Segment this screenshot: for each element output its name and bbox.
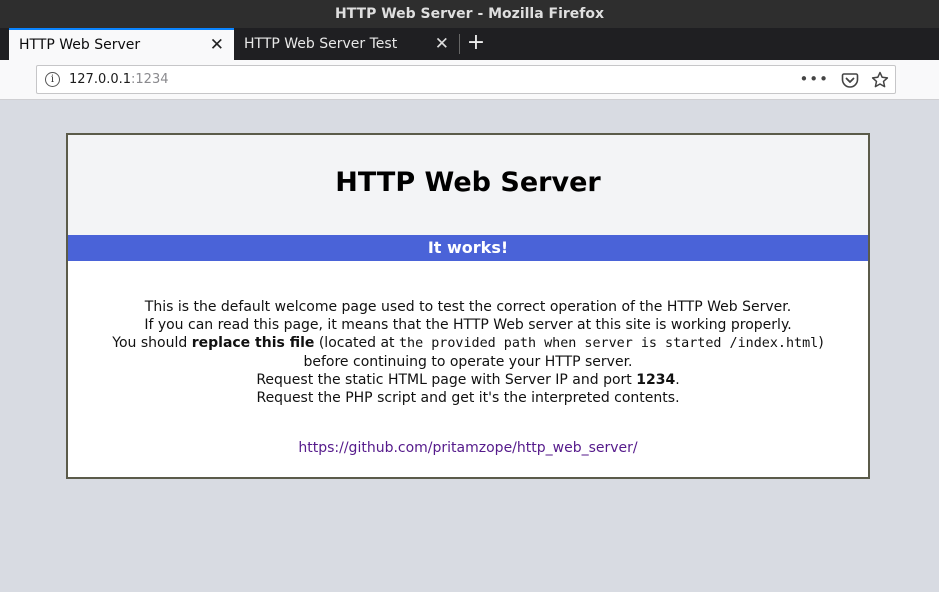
text-segment: You should xyxy=(112,335,192,351)
github-link[interactable]: https://github.com/pritamzope/http_web_s… xyxy=(298,439,637,457)
nav-bar: i 127.0.0.1:1234 ••• xyxy=(0,60,939,100)
tab-separator xyxy=(459,34,460,54)
page-title: HTTP Web Server xyxy=(335,167,601,198)
more-icon[interactable]: ••• xyxy=(799,66,829,93)
text-segment: ) xyxy=(818,335,824,351)
text-line: Request the PHP script and get it's the … xyxy=(256,390,680,406)
welcome-text: This is the default welcome page used to… xyxy=(68,261,868,457)
url-port: :1234 xyxy=(131,72,169,87)
info-icon[interactable]: i xyxy=(45,72,60,87)
page-content: HTTP Web Server It works! This is the de… xyxy=(0,101,939,592)
replace-file-emphasis: replace this file xyxy=(191,335,315,351)
welcome-card: HTTP Web Server It works! This is the de… xyxy=(66,133,870,479)
text-line: Request the static HTML page with Server… xyxy=(68,371,868,389)
card-header: HTTP Web Server xyxy=(68,135,868,235)
url-host: 127.0.0.1 xyxy=(69,72,132,87)
text-line: before continuing to operate your HTTP s… xyxy=(303,354,633,370)
text-line: You should replace this file (located at… xyxy=(68,334,868,353)
pocket-icon[interactable] xyxy=(841,71,859,89)
text-segment: (located at xyxy=(314,335,399,351)
star-icon[interactable] xyxy=(871,71,889,89)
text-segment: Request the static HTML page with Server… xyxy=(256,372,637,388)
close-icon[interactable]: ✕ xyxy=(210,30,224,60)
text-segment: . xyxy=(675,372,680,388)
file-path: the provided path when server is started… xyxy=(399,336,819,351)
text-line: If you can read this page, it means that… xyxy=(144,317,792,333)
url-bar[interactable]: i 127.0.0.1:1234 ••• xyxy=(36,65,896,94)
window-title: HTTP Web Server - Mozilla Firefox xyxy=(0,0,939,28)
text-line: This is the default welcome page used to… xyxy=(144,299,792,315)
plus-icon[interactable]: + xyxy=(463,28,489,60)
tab-label: HTTP Web Server Test xyxy=(244,36,398,52)
port-number: 1234 xyxy=(636,372,676,388)
url-actions: ••• xyxy=(799,66,889,93)
close-icon[interactable]: ✕ xyxy=(435,28,449,60)
tab-http-web-server-test[interactable]: HTTP Web Server Test ✕ xyxy=(234,28,459,60)
url-text[interactable]: 127.0.0.1:1234 xyxy=(69,66,169,93)
tab-http-web-server[interactable]: HTTP Web Server ✕ xyxy=(9,28,234,60)
status-banner: It works! xyxy=(68,235,868,261)
tab-label: HTTP Web Server xyxy=(19,37,141,53)
tab-strip: HTTP Web Server ✕ HTTP Web Server Test ✕… xyxy=(0,28,939,60)
